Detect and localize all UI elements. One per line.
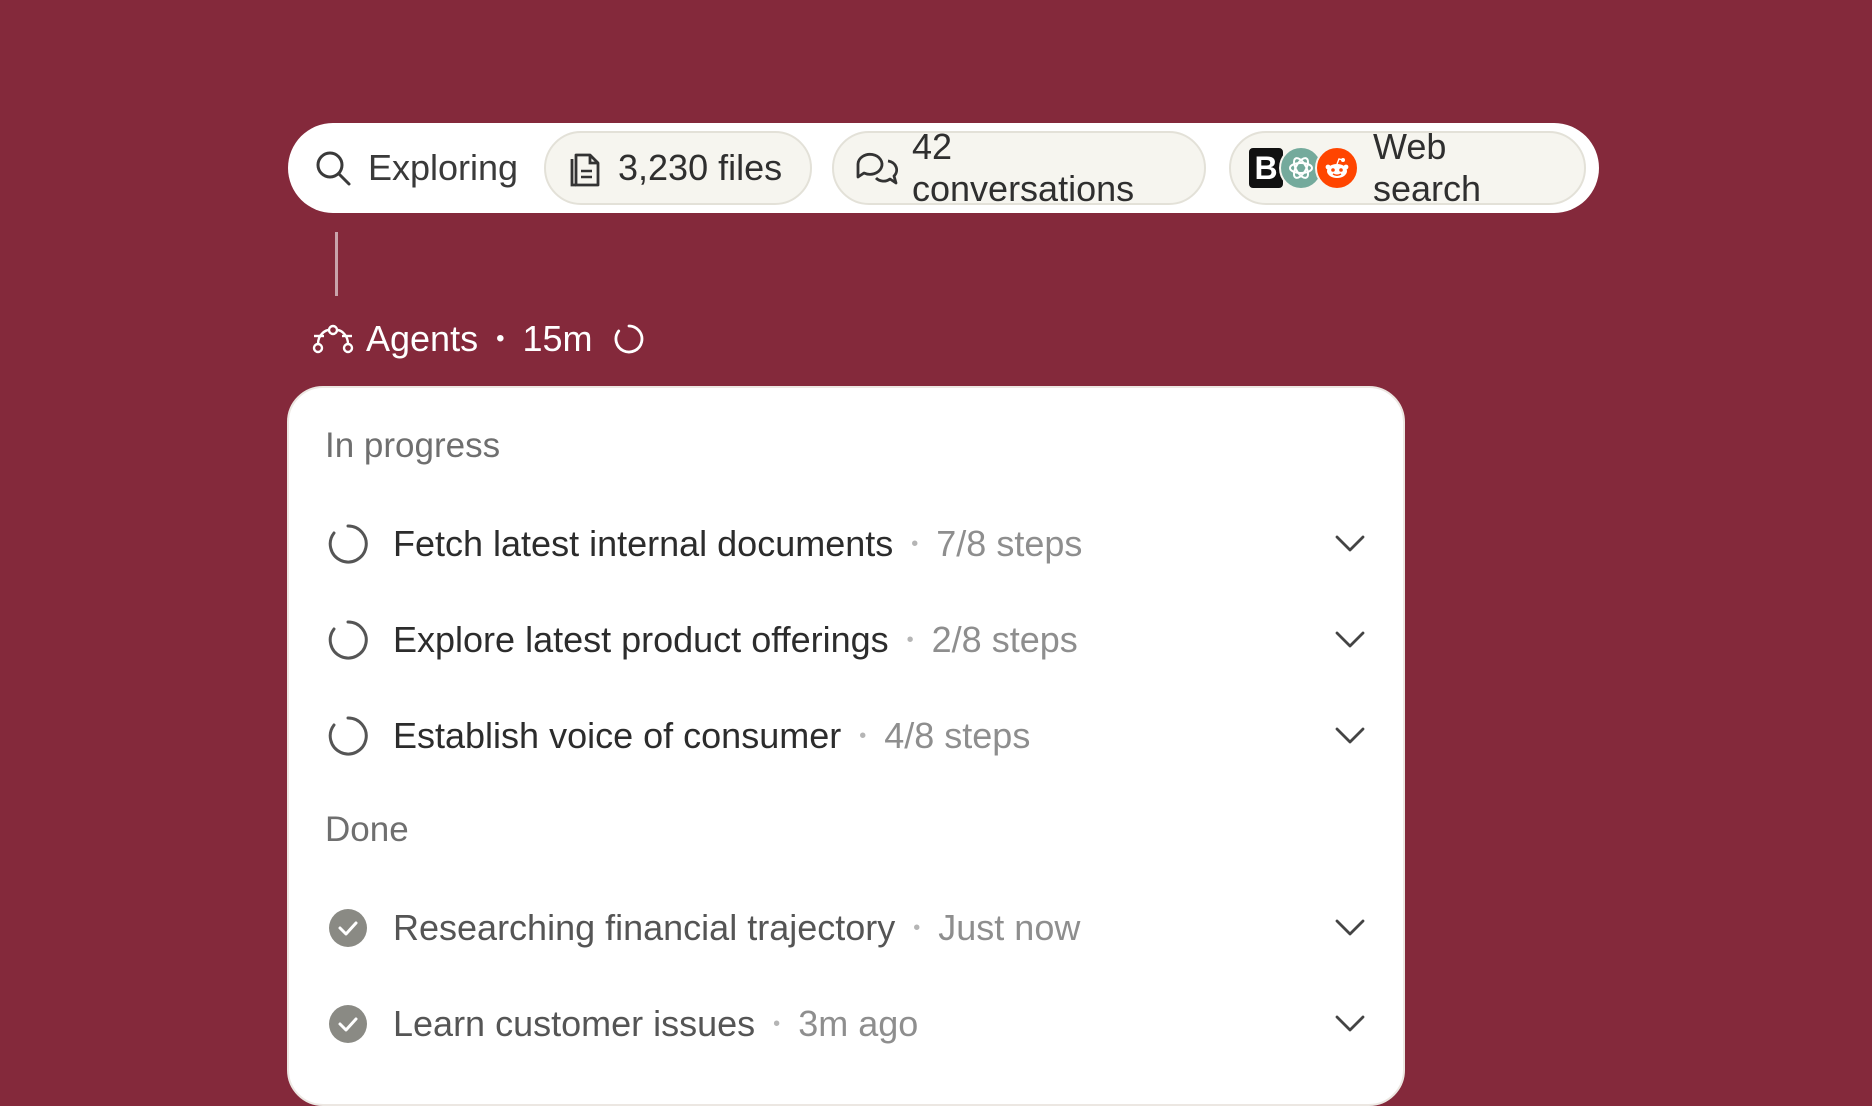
task-time: 3m ago [798,1003,919,1044]
task-row[interactable]: Explore latest product offerings • 2/8 s… [327,610,1367,670]
task-steps: 7/8 steps [936,523,1083,564]
section-label-done: Done [325,810,409,849]
section-label-in-progress: In progress [325,426,501,465]
source-logos: B [1247,146,1359,190]
task-title: Learn customer issues [393,1003,756,1044]
task-time: Just now [938,907,1081,948]
task-title: Researching financial trajectory [393,907,896,948]
task-title: Establish voice of consumer [393,715,842,756]
task-title: Explore latest product offerings [393,619,889,660]
exploring-label: Exploring [368,147,519,188]
check-circle-icon [327,907,369,949]
in-progress-spinner-icon [327,619,369,661]
task-steps: 4/8 steps [884,715,1031,756]
check-circle-icon [327,1003,369,1045]
chevron-down-icon[interactable] [1333,910,1367,944]
chevron-down-icon[interactable] [1333,622,1367,656]
in-progress-spinner-icon [327,523,369,565]
files-chip[interactable]: 3,230 files [544,131,812,205]
task-row[interactable]: Establish voice of consumer • 4/8 steps [327,706,1367,766]
explore-toolbar: Exploring 3,230 files 42 conversations B… [288,123,1599,213]
conversations-count: 42 conversations [912,126,1135,209]
chevron-down-icon[interactable] [1333,1006,1367,1040]
chevron-down-icon[interactable] [1333,526,1367,560]
connector-line [335,232,338,296]
conversations-chip[interactable]: 42 conversations [832,126,1206,209]
loading-spinner-icon [613,323,645,355]
agents-path-icon [312,324,354,354]
dot-separator: • [859,724,867,747]
reddit-logo-icon [1315,146,1359,190]
task-row[interactable]: Researching financial trajectory • Just … [327,898,1367,958]
search-icon [314,149,352,187]
agents-header: Agents • 15m [312,312,645,366]
agents-task-panel: In progress Fetch latest internal docume… [287,386,1405,1106]
dot-separator: • [906,628,914,651]
agents-label: Agents [366,318,479,359]
dot-separator: • [773,1012,781,1035]
in-progress-spinner-icon [327,715,369,757]
chevron-down-icon[interactable] [1333,718,1367,752]
task-steps: 2/8 steps [931,619,1078,660]
documents-icon [566,147,604,189]
dot-separator: • [911,532,919,555]
task-row[interactable]: Fetch latest internal documents • 7/8 st… [327,514,1367,574]
dot-separator: • [496,325,505,352]
task-title: Fetch latest internal documents [393,523,894,564]
agents-elapsed: 15m [522,318,593,359]
files-count: 3,230 files [618,147,783,188]
task-row[interactable]: Learn customer issues • 3m ago [327,994,1367,1054]
web-search-chip[interactable]: B Web search [1229,126,1586,209]
exploring-status: Exploring [314,131,518,205]
web-search-label: Web search [1373,126,1482,209]
dot-separator: • [913,916,921,939]
chat-bubbles-icon [854,148,898,188]
